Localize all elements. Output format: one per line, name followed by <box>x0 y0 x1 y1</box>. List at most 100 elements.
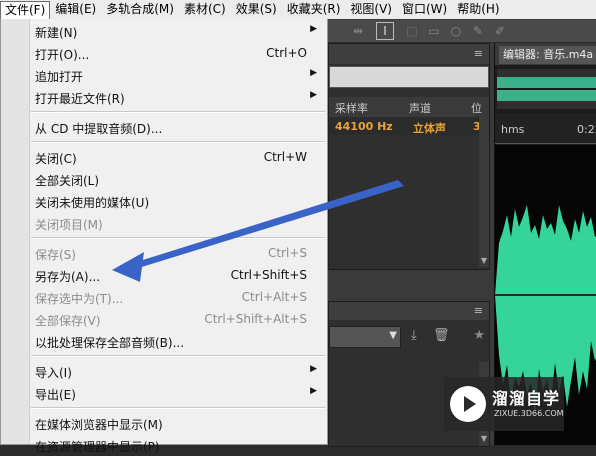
menu-item-label: 导入(I) <box>35 366 72 380</box>
menu-favorites[interactable]: 收藏夹(R) <box>282 0 346 19</box>
menu-item-label: 导出(E) <box>35 388 76 402</box>
menu-item-save-selection-as[interactable]: 保存选中为(T)... Ctrl+Alt+S <box>1 286 327 308</box>
watermark-site: ZIXUE.3D66.COM <box>494 409 564 418</box>
menu-item-import[interactable]: 导入(I) ▶ <box>1 360 327 382</box>
menu-item-shortcut: Ctrl+Alt+S <box>241 290 307 304</box>
watermark-name: 溜溜自学 <box>492 389 561 408</box>
submenu-arrow-icon: ▶ <box>310 68 317 78</box>
ruler-unit: hms <box>501 123 525 136</box>
menu-separator <box>31 237 325 239</box>
menu-item-label: 打开(O)... <box>35 48 90 62</box>
menu-item-save-all[interactable]: 全部保存(V) Ctrl+Shift+Alt+S <box>1 308 327 330</box>
table-row[interactable]: 44100 Hz 立体声 3 <box>329 117 489 135</box>
menu-item-label: 新建(N) <box>35 26 78 40</box>
scroll-down-icon[interactable]: ▼ <box>481 434 487 443</box>
menu-item-label: 关闭项目(M) <box>35 218 103 232</box>
menu-separator <box>31 407 325 409</box>
menu-item-label: 关闭(C) <box>35 152 77 166</box>
files-panel-header: ≡ <box>329 44 489 64</box>
panel-menu-icon[interactable]: ≡ <box>474 304 483 317</box>
menu-item-label: 另存为(A)... <box>35 270 101 284</box>
watermark: 溜溜自学 ZIXUE.3D66.COM <box>444 377 564 431</box>
menu-item-open[interactable]: 打开(O)... Ctrl+O <box>1 42 327 64</box>
submenu-arrow-icon: ▶ <box>310 386 317 396</box>
pencil-tool-icon[interactable]: ✐ <box>492 23 508 39</box>
menu-effects[interactable]: 效果(S) <box>231 0 282 19</box>
waveform-overview[interactable] <box>497 69 596 109</box>
play-logo-icon <box>450 386 486 422</box>
menu-item-batch-save-all[interactable]: 以批处理保存全部音频(B)... <box>1 330 327 352</box>
menu-item-label: 保存选中为(T)... <box>35 292 124 306</box>
marquee-tool-icon[interactable]: ⬚ <box>404 23 420 39</box>
menu-item-shortcut: Ctrl+W <box>263 150 307 164</box>
overview-wave-graphic <box>497 77 596 101</box>
menu-item-show-in-explorer[interactable]: 在资源管理器中显示(P) <box>1 434 327 456</box>
menu-window[interactable]: 窗口(W) <box>397 0 452 19</box>
column-sample-rate[interactable]: 采样率 <box>335 100 368 116</box>
menu-item-label: 全部保存(V) <box>35 314 101 328</box>
menu-item-label: 在媒体浏览器中显示(M) <box>35 418 163 432</box>
menu-separator <box>31 141 325 143</box>
import-icon[interactable]: ⤓ <box>411 328 417 343</box>
menu-item-new[interactable]: 新建(N) ▶ <box>1 20 327 42</box>
menu-item-shortcut: Ctrl+O <box>266 46 307 60</box>
menu-item-label: 以批处理保存全部音频(B)... <box>35 336 185 350</box>
menu-item-close[interactable]: 关闭(C) Ctrl+W <box>1 146 327 168</box>
menu-item-label: 打开最近文件(R) <box>35 92 125 106</box>
menu-view[interactable]: 视图(V) <box>345 0 397 19</box>
file-menu-dropdown: 新建(N) ▶ 打开(O)... Ctrl+O 追加打开 ▶ 打开最近文件(R)… <box>0 19 328 454</box>
submenu-arrow-icon: ▶ <box>310 24 317 34</box>
menu-separator <box>31 355 325 357</box>
files-scrollbar[interactable]: ▼ <box>479 117 489 267</box>
menu-item-label: 在资源管理器中显示(P) <box>35 440 160 454</box>
editor-tab[interactable]: 编辑器: 音乐.m4a <box>499 46 596 64</box>
files-search-input[interactable] <box>329 66 489 88</box>
menu-item-append-open[interactable]: 追加打开 ▶ <box>1 64 327 86</box>
media-dropdown[interactable]: ▼ <box>329 326 401 348</box>
text-cursor-tool-icon[interactable]: I <box>376 22 394 40</box>
chevron-down-icon: ▼ <box>389 330 397 341</box>
rect-select-tool-icon[interactable]: ▭ <box>426 23 442 39</box>
move-tool-icon[interactable]: ⇹ <box>350 23 366 39</box>
menu-item-close-project[interactable]: 关闭项目(M) <box>1 212 327 234</box>
menu-item-save[interactable]: 保存(S) Ctrl+S <box>1 242 327 264</box>
menu-separator <box>31 111 325 113</box>
files-panel: ≡ 采样率 声道 位 44100 Hz 立体声 3 ▼ <box>328 43 490 270</box>
media-panel-header: ≡ <box>329 302 489 320</box>
menu-bar: 文件(F) 编辑(E) 多轨合成(M) 素材(C) 效果(S) 收藏夹(R) 视… <box>0 0 596 20</box>
menu-item-shortcut: Ctrl+S <box>267 246 307 260</box>
menu-item-show-in-media-browser[interactable]: 在媒体浏览器中显示(M) <box>1 412 327 434</box>
menu-item-open-recent[interactable]: 打开最近文件(R) ▶ <box>1 86 327 108</box>
menu-item-save-as[interactable]: 另存为(A)... Ctrl+Shift+S <box>1 264 327 286</box>
tools-toolbar: ⇹ I ⬚ ▭ ○ ✎ ✐ <box>328 20 596 43</box>
cell-channels: 立体声 <box>413 122 446 135</box>
column-channels[interactable]: 声道 <box>409 100 431 116</box>
menu-edit[interactable]: 编辑(E) <box>50 0 101 19</box>
files-column-header: 采样率 声道 位 <box>329 97 489 118</box>
column-bits[interactable]: 位 <box>471 100 482 116</box>
cell-sample-rate: 44100 Hz <box>335 120 393 133</box>
time-ruler[interactable]: hms 0:22 <box>495 113 596 144</box>
menu-item-shortcut: Ctrl+Shift+Alt+S <box>204 312 307 326</box>
star-icon[interactable]: ★ <box>473 328 485 343</box>
menu-multitrack[interactable]: 多轨合成(M) <box>101 0 179 19</box>
menu-item-shortcut: Ctrl+Shift+S <box>230 268 307 282</box>
submenu-arrow-icon: ▶ <box>310 364 317 374</box>
menu-item-label: 全部关闭(L) <box>35 174 100 188</box>
menu-help[interactable]: 帮助(H) <box>452 0 504 19</box>
panel-menu-icon[interactable]: ≡ <box>474 47 483 60</box>
menu-item-label: 追加打开 <box>35 70 84 84</box>
trash-icon[interactable]: 🗑 <box>433 328 450 343</box>
menu-item-export[interactable]: 导出(E) ▶ <box>1 382 327 404</box>
menu-item-close-unused-media[interactable]: 关闭未使用的媒体(U) <box>1 190 327 212</box>
brush-tool-icon[interactable]: ✎ <box>470 23 486 39</box>
lasso-tool-icon[interactable]: ○ <box>448 23 464 39</box>
menu-item-close-all[interactable]: 全部关闭(L) <box>1 168 327 190</box>
ruler-tick: 0:22 <box>577 123 596 136</box>
menu-file[interactable]: 文件(F) <box>0 0 51 20</box>
menu-item-label: 保存(S) <box>35 248 76 262</box>
menu-item-label: 从 CD 中提取音频(D)... <box>35 122 163 136</box>
scroll-down-icon[interactable]: ▼ <box>481 256 487 265</box>
menu-item-extract-cd[interactable]: 从 CD 中提取音频(D)... <box>1 116 327 138</box>
menu-clip[interactable]: 素材(C) <box>179 0 231 19</box>
